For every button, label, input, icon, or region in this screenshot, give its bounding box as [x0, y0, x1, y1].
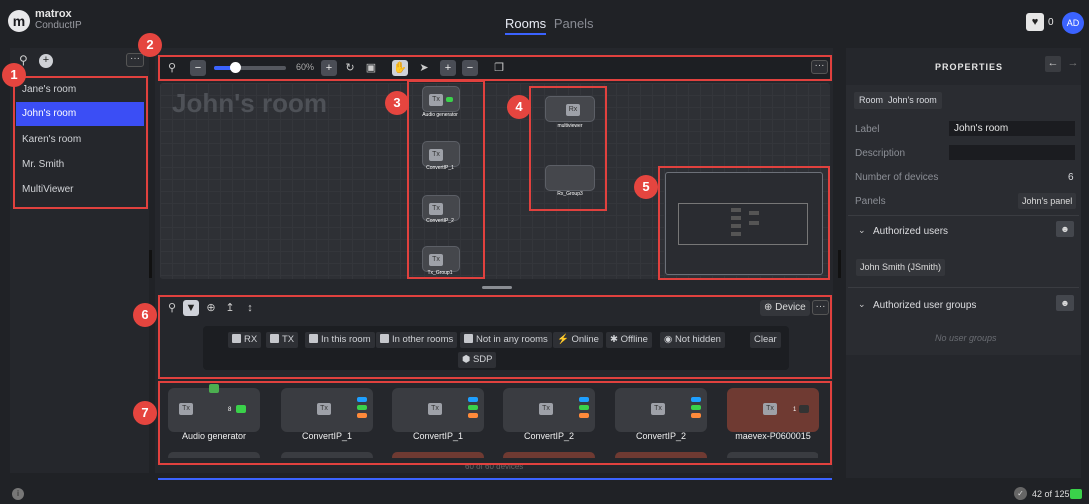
annotation-box-5: [658, 166, 830, 280]
annotation-badge: 2: [138, 33, 162, 57]
main-tabs: Rooms Panels: [505, 16, 594, 35]
product-name: ConductIP: [35, 20, 82, 31]
no-groups-text: No user groups: [935, 333, 997, 343]
more-menu-button[interactable]: ···: [126, 53, 144, 67]
tab-rooms[interactable]: Rooms: [505, 16, 547, 35]
chevron-down-icon[interactable]: ⌄: [858, 299, 866, 310]
annotation-box-7: [158, 381, 832, 465]
label-input[interactable]: John's room: [949, 121, 1075, 136]
label-label: Label: [855, 124, 880, 135]
authorized-groups-title: Authorized user groups: [873, 300, 977, 311]
annotation-badge: 1: [2, 63, 26, 87]
right-splitter[interactable]: [838, 250, 841, 278]
description-label: Description: [855, 148, 906, 159]
online-status-icon: [1070, 489, 1082, 499]
annotation-box-1: [13, 76, 148, 209]
canvas-room-title: John's room: [172, 88, 327, 118]
chevron-down-icon[interactable]: ⌄: [858, 225, 866, 236]
avatar[interactable]: AD: [1062, 12, 1084, 34]
user-chip[interactable]: John Smith (JSmith): [856, 259, 946, 276]
num-devices-value: 6: [1068, 172, 1074, 183]
add-group-icon[interactable]: ☻: [1056, 295, 1074, 311]
description-input[interactable]: [949, 145, 1075, 160]
panel-bottom-border: [158, 478, 832, 480]
properties-header: PROPERTIES: [935, 62, 1004, 72]
forward-arrow-icon[interactable]: →: [1066, 56, 1080, 72]
room-tag-type: Room: [859, 95, 884, 105]
annotation-badge: 5: [634, 175, 658, 199]
panels-label: Panels: [855, 196, 886, 207]
notification-count: 0: [1048, 17, 1054, 28]
room-tag: Room John's room: [854, 92, 942, 109]
matrox-logo: m: [8, 10, 30, 32]
bell-icon[interactable]: ♥: [1026, 13, 1044, 31]
tab-panels[interactable]: Panels: [554, 16, 594, 31]
status-check-icon: ✓: [1014, 487, 1027, 500]
add-user-icon[interactable]: ☻: [1056, 221, 1074, 237]
annotation-badge: 4: [507, 95, 531, 119]
annotation-box-3: [407, 80, 485, 279]
authorized-users-title: Authorized users: [873, 226, 949, 237]
left-splitter[interactable]: [149, 250, 152, 278]
back-arrow-icon[interactable]: ←: [1045, 56, 1061, 72]
divider: [848, 215, 1079, 216]
brand-name: matrox: [35, 8, 72, 20]
annotation-box-4: [529, 86, 607, 211]
annotation-badge: 3: [385, 91, 409, 115]
status-count: 42 of 125: [1032, 489, 1070, 499]
annotation-box-6: [158, 295, 832, 379]
status-bar: [0, 482, 1089, 504]
annotation-badge: 6: [133, 303, 157, 327]
add-room-button[interactable]: +: [39, 54, 53, 68]
divider: [848, 287, 1079, 288]
info-icon[interactable]: i: [12, 488, 24, 500]
annotation-badge: 7: [133, 401, 157, 425]
num-devices-label: Number of devices: [855, 172, 939, 183]
panel-chip[interactable]: John's panel: [1018, 193, 1077, 209]
annotation-box-2: [158, 55, 832, 81]
room-tag-name: John's room: [888, 95, 937, 105]
splitter-handle[interactable]: [482, 286, 512, 289]
